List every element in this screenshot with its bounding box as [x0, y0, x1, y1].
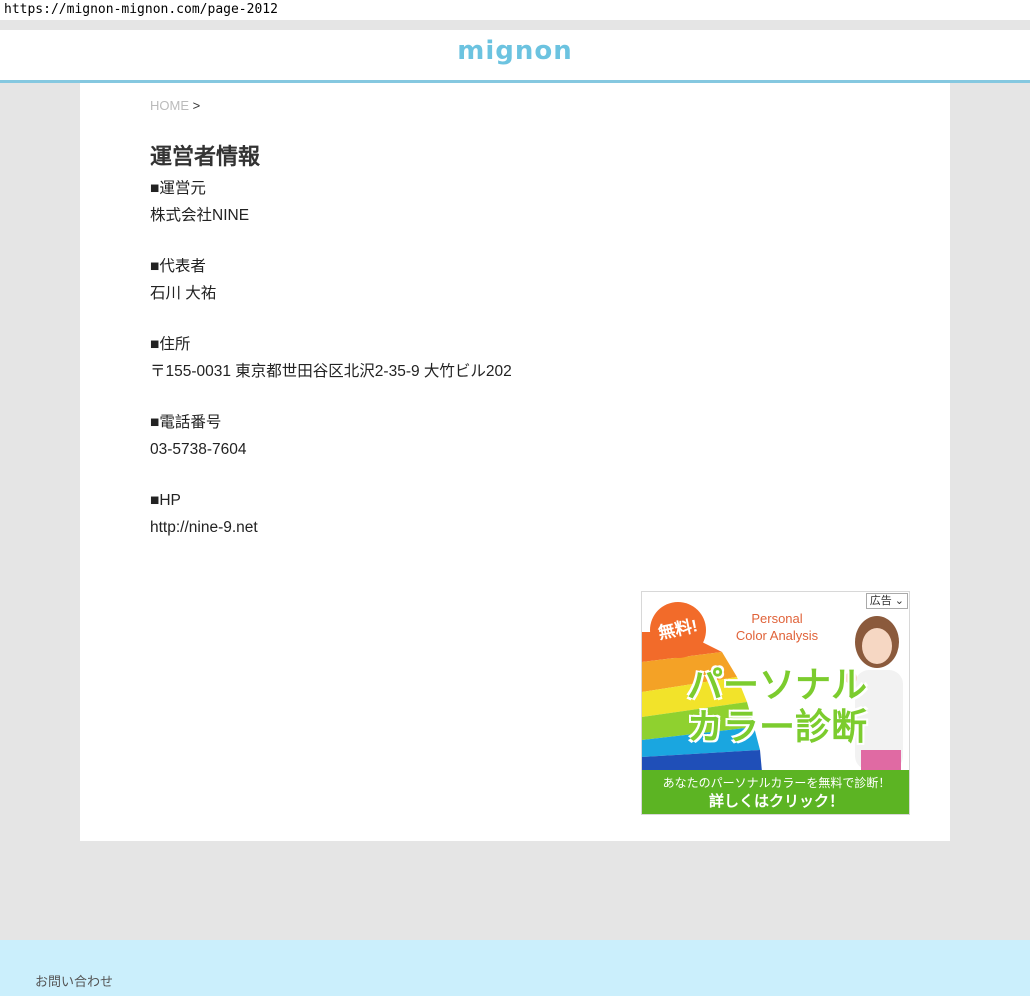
- info-homepage: ■HP http://nine-9.net: [150, 487, 258, 541]
- site-footer: お問い合わせ: [0, 940, 1030, 996]
- main-content: HOME > 運営者情報 ■運営元 株式会社NINE ■代表者 石川 大祐 ■住…: [80, 83, 950, 841]
- info-phone: ■電話番号 03-5738-7604: [150, 409, 247, 463]
- info-label: ■代表者: [150, 258, 206, 275]
- ad-headline-line: カラー診断: [686, 706, 867, 747]
- ad-cta-button-text: 詳しくはクリック！: [708, 793, 844, 810]
- ad-english-title: Personal Color Analysis: [712, 610, 842, 644]
- info-operator: ■運営元 株式会社NINE: [150, 175, 249, 229]
- contact-link[interactable]: お問い合わせ: [35, 971, 113, 990]
- info-label: ■HP: [150, 492, 181, 509]
- ad-cta[interactable]: あなたのパーソナルカラーを無料で診断！ 詳しくはクリック！: [642, 770, 909, 814]
- ad-banner[interactable]: 広告 ⌄ 無料! Personal Color Analysis パーソナル カ…: [641, 591, 910, 815]
- breadcrumb-separator: >: [192, 98, 201, 113]
- ad-english-line: Personal: [751, 611, 803, 626]
- site-header: mignon: [0, 30, 1030, 83]
- info-value: 〒155-0031 東京都世田谷区北沢2-35-9 大竹ビル202: [150, 363, 512, 380]
- info-label: ■住所: [150, 336, 191, 353]
- info-value: 03-5738-7604: [150, 441, 247, 458]
- chevron-down-icon: ⌄: [894, 595, 904, 607]
- info-label: ■運営元: [150, 180, 206, 197]
- ad-tag[interactable]: 広告 ⌄: [865, 593, 908, 609]
- ad-headline: パーソナル カラー診断: [672, 664, 882, 748]
- page-title: 運営者情報: [150, 144, 261, 169]
- breadcrumb: HOME >: [150, 98, 200, 113]
- browser-url-bar[interactable]: https://mignon-mignon.com/page-2012: [0, 0, 1030, 20]
- site-logo[interactable]: mignon: [0, 36, 1030, 66]
- info-value: 株式会社NINE: [150, 207, 250, 224]
- info-address: ■住所 〒155-0031 東京都世田谷区北沢2-35-9 大竹ビル202: [150, 331, 512, 385]
- info-representative: ■代表者 石川 大祐: [150, 253, 216, 307]
- ad-tag-label: 広告: [869, 595, 892, 607]
- info-value: 石川 大祐: [150, 285, 217, 302]
- url-text: https://mignon-mignon.com/page-2012: [4, 2, 278, 17]
- info-value[interactable]: http://nine-9.net: [150, 514, 258, 541]
- info-label: ■電話番号: [150, 414, 222, 431]
- ad-headline-line: パーソナル: [686, 664, 867, 705]
- ad-english-line: Color Analysis: [735, 628, 819, 643]
- breadcrumb-home-link[interactable]: HOME: [150, 98, 189, 113]
- ad-cta-text: あなたのパーソナルカラーを無料で診断！: [662, 776, 891, 790]
